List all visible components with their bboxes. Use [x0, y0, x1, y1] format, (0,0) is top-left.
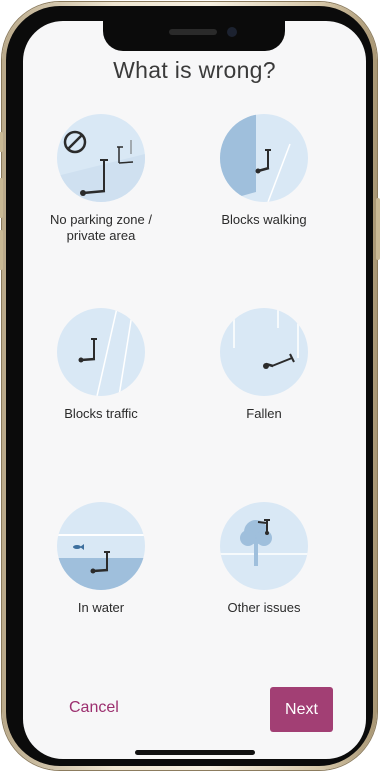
blocks-walking-icon	[220, 114, 308, 202]
home-indicator[interactable]	[135, 750, 255, 755]
option-label: Blocks walking	[221, 212, 307, 227]
option-label: No parking zone / private area	[50, 212, 152, 243]
option-fallen[interactable]: Fallen	[189, 308, 339, 422]
option-label: Fallen	[246, 406, 282, 421]
option-in-water[interactable]: In water	[26, 502, 176, 616]
cancel-button[interactable]: Cancel	[69, 699, 119, 717]
phone-frame: What is wrong? No parking zone / private…	[0, 2, 380, 770]
next-button[interactable]: Next	[270, 687, 333, 732]
option-label: Blocks traffic	[64, 406, 138, 421]
phone-bezel: What is wrong? No parking zone / private…	[6, 6, 373, 766]
speaker-grille	[169, 29, 217, 35]
page-title: What is wrong?	[113, 57, 276, 83]
other-issues-icon	[220, 502, 308, 590]
blocks-traffic-icon	[57, 308, 145, 396]
option-no-parking-zone[interactable]: No parking zone / private area	[26, 114, 176, 244]
side-button	[0, 132, 3, 152]
front-camera	[227, 27, 237, 37]
scooter-in-water-icon	[57, 502, 145, 590]
volume-down-button	[0, 230, 3, 270]
no-parking-icon	[57, 114, 145, 202]
app-screen: What is wrong? No parking zone / private…	[23, 21, 366, 759]
option-label: Other issues	[227, 600, 301, 615]
volume-up-button	[0, 178, 3, 218]
option-blocks-walking[interactable]: Blocks walking	[189, 114, 339, 228]
notch	[103, 21, 285, 51]
option-blocks-traffic[interactable]: Blocks traffic	[26, 308, 176, 422]
option-label: In water	[77, 600, 125, 615]
fallen-scooter-icon	[220, 308, 308, 396]
power-button	[376, 198, 380, 260]
option-other-issues[interactable]: Other issues	[189, 502, 339, 616]
